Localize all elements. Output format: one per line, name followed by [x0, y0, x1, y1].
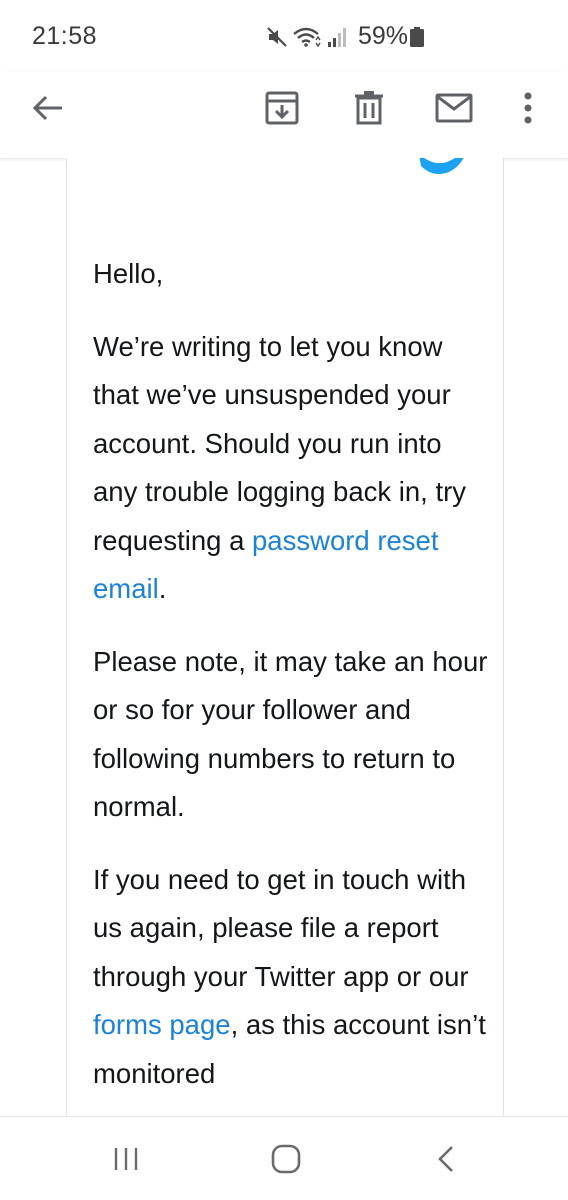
- system-back-button[interactable]: [406, 1117, 486, 1200]
- mail-icon: [435, 93, 473, 123]
- delete-button[interactable]: [339, 72, 399, 144]
- recents-button[interactable]: [86, 1117, 166, 1200]
- battery-percent: 59%: [358, 22, 409, 50]
- signal-icon: [328, 28, 346, 47]
- paragraph-followers: Please note, it may take an hour or so f…: [93, 645, 488, 823]
- more-vert-icon: [524, 92, 532, 124]
- email-toolbar: [0, 72, 568, 159]
- email-body: Hello, We’re writing to let you know tha…: [93, 250, 493, 1116]
- status-bar: 21:58 59%: [0, 0, 568, 72]
- forms-page-link[interactable]: forms page: [93, 1009, 231, 1040]
- twitter-logo-icon: [419, 158, 464, 174]
- archive-button[interactable]: [252, 72, 312, 144]
- greeting: Hello,: [93, 258, 164, 289]
- mark-unread-button[interactable]: [424, 72, 484, 144]
- arrow-left-icon: [32, 95, 62, 121]
- paragraph-end: .: [158, 573, 167, 604]
- paragraph-unsuspended: We’re writing to let you know that we’ve…: [93, 323, 493, 614]
- more-options-button[interactable]: [498, 72, 558, 144]
- home-button[interactable]: [246, 1117, 326, 1200]
- trash-icon: [355, 91, 383, 125]
- email-content: Hello, We’re writing to let you know tha…: [66, 158, 504, 1116]
- home-icon: [271, 1144, 301, 1174]
- paragraph-text: If you need to get in touch with us agai…: [93, 863, 469, 992]
- paragraph-text: We’re writing to let you know that we’ve…: [93, 330, 466, 556]
- status-time: 21:58: [32, 22, 98, 50]
- recents-icon: [114, 1148, 138, 1170]
- archive-icon: [265, 91, 299, 125]
- battery-icon: [410, 27, 424, 47]
- back-chevron-icon: [438, 1146, 453, 1172]
- mute-icon: [267, 27, 287, 47]
- system-nav-bar: [0, 1116, 568, 1200]
- paragraph-contact: If you need to get in touch with us agai…: [93, 856, 493, 1099]
- back-button[interactable]: [18, 72, 78, 144]
- wifi-icon: [293, 27, 321, 48]
- screen: 21:58 59% Hello, We’re writing to let yo…: [0, 0, 568, 1200]
